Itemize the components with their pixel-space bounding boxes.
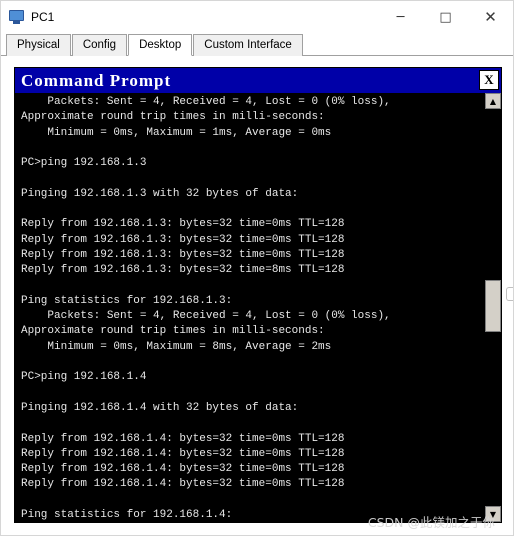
command-prompt-body[interactable]: Packets: Sent = 4, Received = 4, Lost = … [15,93,501,522]
minimize-button[interactable]: ─ [378,1,423,33]
maximize-button[interactable]: □ [423,1,468,33]
window-title: PC1 [31,10,55,24]
tab-config[interactable]: Config [71,34,128,56]
tab-desktop[interactable]: Desktop [128,34,193,56]
window-controls: ─ □ ✕ [378,1,513,33]
panel-resize-handle[interactable] [506,287,513,301]
tab-physical[interactable]: Physical [6,34,71,56]
command-prompt-close-button[interactable]: X [479,70,499,90]
command-prompt-titlebar: Command Prompt X [15,68,501,93]
tab-custom-interface[interactable]: Custom Interface [193,34,303,56]
scroll-up-button[interactable]: ▲ [485,93,501,109]
monitor-icon [9,9,25,25]
pc1-window: PC1 ─ □ ✕ Physical Config Desktop Custom… [0,0,514,536]
close-button[interactable]: ✕ [468,1,513,33]
title-bar: PC1 ─ □ ✕ [1,1,513,33]
console-scrollbar[interactable]: ▲ ▼ [484,93,501,522]
scroll-thumb[interactable] [485,280,501,332]
watermark-text: CSDN @此镁加之于你 [367,515,495,530]
tab-bar: Physical Config Desktop Custom Interface [1,33,513,56]
command-prompt-window: Command Prompt X Packets: Sent = 4, Rece… [14,67,502,523]
console-output: Packets: Sent = 4, Received = 4, Lost = … [21,96,391,522]
command-prompt-title: Command Prompt [21,70,172,90]
